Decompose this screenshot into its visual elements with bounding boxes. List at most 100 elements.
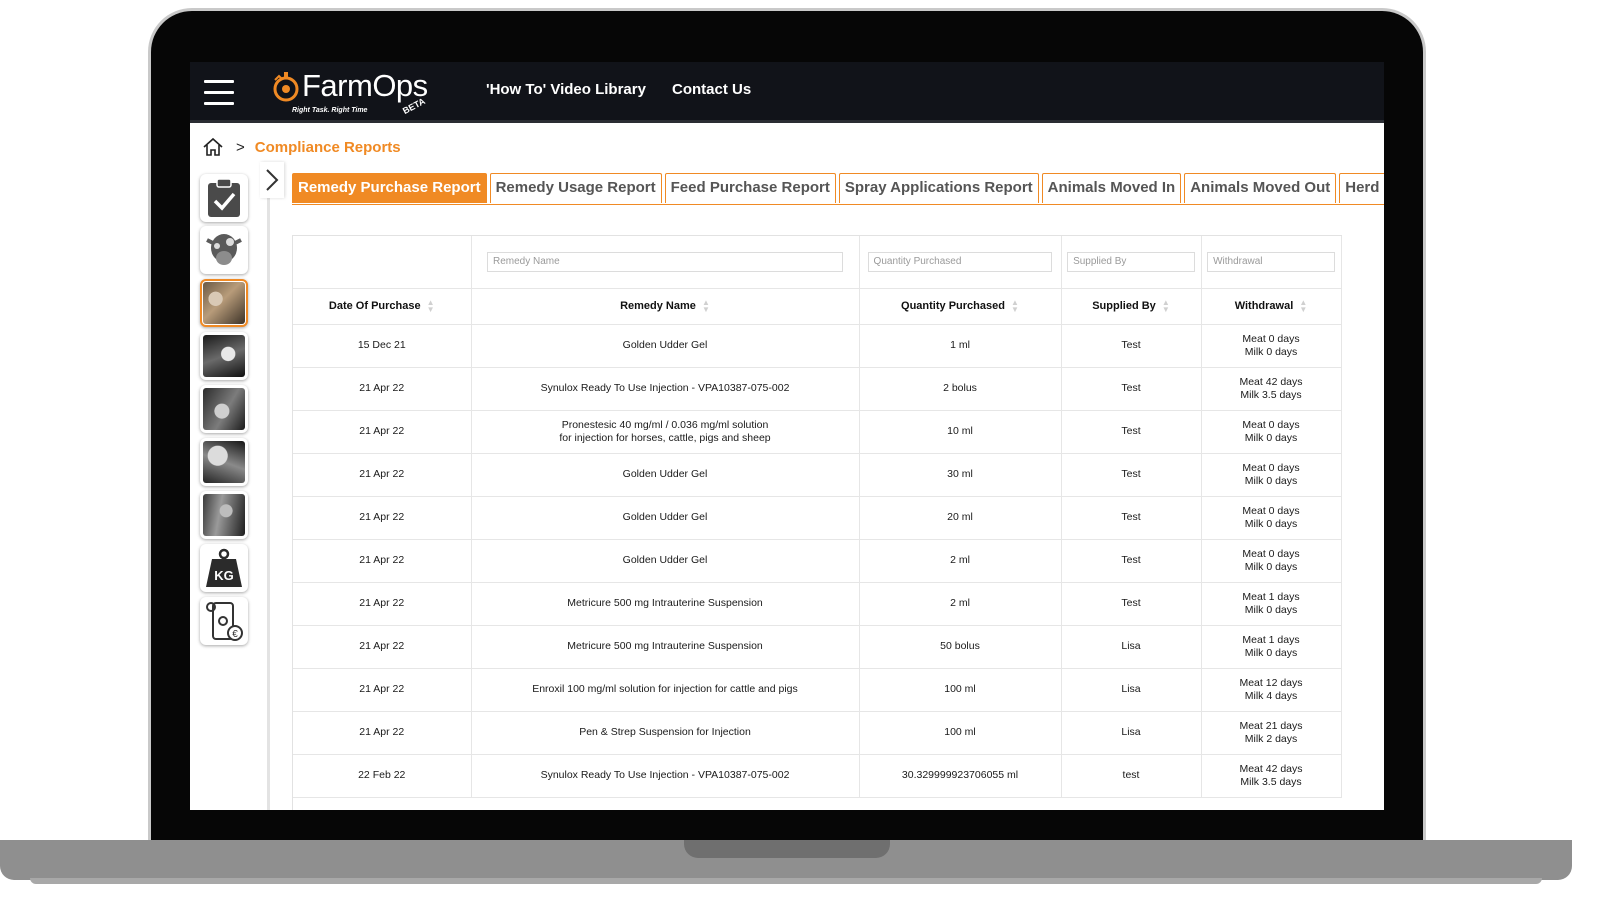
table-row[interactable]: 22 Feb 22 Synulox Ready To Use Injection … [293,754,1342,798]
tab-animals-moved-out[interactable]: Animals Moved Out [1184,173,1337,203]
withdrawal-cell: Meat 0 days Milk 0 days [1201,324,1342,368]
date-cell: 21 Apr 22 [293,453,472,497]
remedy-name-cell: Golden Udder Gel [471,324,860,368]
withdrawal-cell: Meat 1 days Milk 0 days [1201,625,1342,669]
herd-photo-icon [203,335,245,377]
logo-tagline: Right Task. Right Time [292,107,368,114]
rail-clipboard-check[interactable] [200,174,248,222]
quantity-cell: 30 ml [859,453,1062,497]
quantity-cell: 30.329999923706055 ml [859,754,1062,798]
date-cell: 22 Feb 22 [293,754,472,798]
quantity-cell: 100 ml [859,668,1062,712]
rail-yard-photo[interactable] [200,491,248,539]
date-cell: 21 Apr 22 [293,711,472,755]
tab-animals-moved-in[interactable]: Animals Moved In [1041,173,1182,203]
quantity-filter-input[interactable] [867,251,1053,272]
column-header-date[interactable]: Date Of Purchase ▲ ▼ [293,288,472,325]
tab-feed-purchase[interactable]: Feed Purchase Report [664,173,836,203]
table-row[interactable]: 21 Apr 22 Pen & Strep Suspension for Inje… [293,711,1342,755]
top-navigation-bar: FarmOps Right Task. Right Time BETA 'How… [190,62,1384,123]
column-header-label: Withdrawal [1234,299,1294,312]
column-header-quantity[interactable]: Quantity Purchased ▲ ▼ [859,288,1062,325]
rail-cow[interactable] [200,226,248,274]
laptop-base-shadow [30,878,1542,884]
date-cell: 21 Apr 22 [293,496,472,540]
breadcrumb-separator: > [236,138,245,156]
rail-dairy-photo[interactable] [200,438,248,486]
remedy-name-cell: Synulox Ready To Use Injection - VPA1038… [471,754,860,798]
quantity-cell: 100 ml [859,711,1062,755]
withdrawal-cell: Meat 21 days Milk 2 days [1201,711,1342,755]
farmops-logo[interactable]: FarmOps Right Task. Right Time BETA [272,68,452,118]
remedy-name-cell: Synulox Ready To Use Injection - VPA1038… [471,367,860,411]
withdrawal-filter-input[interactable] [1207,251,1335,272]
table-row[interactable]: 21 Apr 22 Golden Udder Gel 2 ml Test Meat 0 … [293,539,1342,583]
table-row[interactable]: 21 Apr 22 Metricure 500 mg Intrauterine S… [293,582,1342,626]
withdrawal-cell: Meat 0 days Milk 0 days [1201,496,1342,540]
supplied-by-cell: Test [1061,453,1202,497]
menu-icon[interactable] [204,80,234,106]
dairy-photo-icon [203,441,245,483]
rail-calf-photo[interactable] [200,385,248,433]
table-row[interactable]: 21 Apr 22 Metricure 500 mg Intrauterine S… [293,625,1342,669]
nav-video-library[interactable]: 'How To' Video Library [486,81,646,98]
supplied-by-cell: Test [1061,410,1202,454]
rail-herd-photo[interactable] [200,332,248,380]
rail-phone-euro[interactable]: € [200,597,248,645]
date-cell: 21 Apr 22 [293,367,472,411]
date-cell: 21 Apr 22 [293,668,472,712]
tab-spray-applications[interactable]: Spray Applications Report [838,173,1039,203]
table-row[interactable]: 21 Apr 22 Synulox Ready To Use Injection … [293,367,1342,411]
rail-weight[interactable]: KG [200,544,248,592]
withdrawal-cell: Meat 0 days Milk 0 days [1201,539,1342,583]
column-header-supplied-by[interactable]: Supplied By ▲ ▼ [1061,288,1202,325]
remedy-name-cell: Golden Udder Gel [471,496,860,540]
remedy-name-filter-input[interactable] [486,251,844,272]
withdrawal-cell: Meat 42 days Milk 3.5 days [1201,367,1342,411]
column-header-label: Quantity Purchased [901,299,1005,312]
column-header-label: Date Of Purchase [328,299,421,312]
sort-icon[interactable]: ▲ ▼ [1011,299,1019,314]
filter-cell [1201,236,1342,289]
home-icon[interactable] [202,137,224,157]
quantity-cell: 10 ml [859,410,1062,454]
tab-remedy-usage[interactable]: Remedy Usage Report [489,173,662,203]
remedy-name-cell: Golden Udder Gel [471,539,860,583]
column-header-label: Supplied By [1092,299,1156,312]
rail-cattle-photo[interactable] [200,279,248,327]
quantity-cell: 2 bolus [859,367,1062,411]
remedy-purchase-table: Date Of Purchase ▲▼ Remedy Name ▲▼ Quantit… [293,236,1342,798]
sort-icon[interactable]: ▲ ▼ [702,299,710,314]
tab-herd[interactable]: Herd M [1339,173,1384,203]
quantity-cell: 20 ml [859,496,1062,540]
cow-icon [206,234,242,265]
table-row[interactable]: 21 Apr 22 Enroxil 100 mg/ml solution for … [293,668,1342,712]
withdrawal-cell: Meat 12 days Milk 4 days [1201,668,1342,712]
table-row[interactable]: 21 Apr 22 Golden Udder Gel 20 ml Test Meat 0… [293,496,1342,540]
filter-cell [1061,236,1202,289]
quantity-cell: 2 ml [859,539,1062,583]
sort-icon[interactable]: ▲ ▼ [427,299,435,314]
column-header-remedy-name[interactable]: Remedy Name ▲ ▼ [471,288,860,325]
nav-contact-us[interactable]: Contact Us [672,81,751,98]
breadcrumb-current[interactable]: Compliance Reports [255,139,401,156]
cattle-photo-icon [203,282,245,324]
supplied-by-cell: Test [1061,324,1202,368]
supplied-by-cell: Lisa [1061,711,1202,755]
weight-kg-label: KG [214,568,234,583]
filter-cell [859,236,1062,289]
table-row[interactable]: 21 Apr 22 Pronestesic 40 mg/ml / 0.036 mg… [293,410,1342,454]
column-header-withdrawal[interactable]: Withdrawal ▲ ▼ [1201,288,1342,325]
rail-expand-toggle[interactable] [260,162,284,198]
tab-remedy-purchase[interactable]: Remedy Purchase Report [292,173,487,203]
table-row[interactable]: 15 Dec 21 Golden Udder Gel 1 ml Test Meat 0 … [293,324,1342,368]
supplied-by-filter-input[interactable] [1067,251,1195,272]
filter-row [293,236,1342,289]
calf-photo-icon [203,388,245,430]
sort-icon[interactable]: ▲ ▼ [1162,299,1170,314]
sort-icon[interactable]: ▲ ▼ [1299,299,1307,314]
yard-photo-icon [203,494,245,536]
weight-kg-icon: KG [206,548,242,587]
tabs-underline [292,204,1384,205]
table-row[interactable]: 21 Apr 22 Golden Udder Gel 30 ml Test Meat 0… [293,453,1342,497]
